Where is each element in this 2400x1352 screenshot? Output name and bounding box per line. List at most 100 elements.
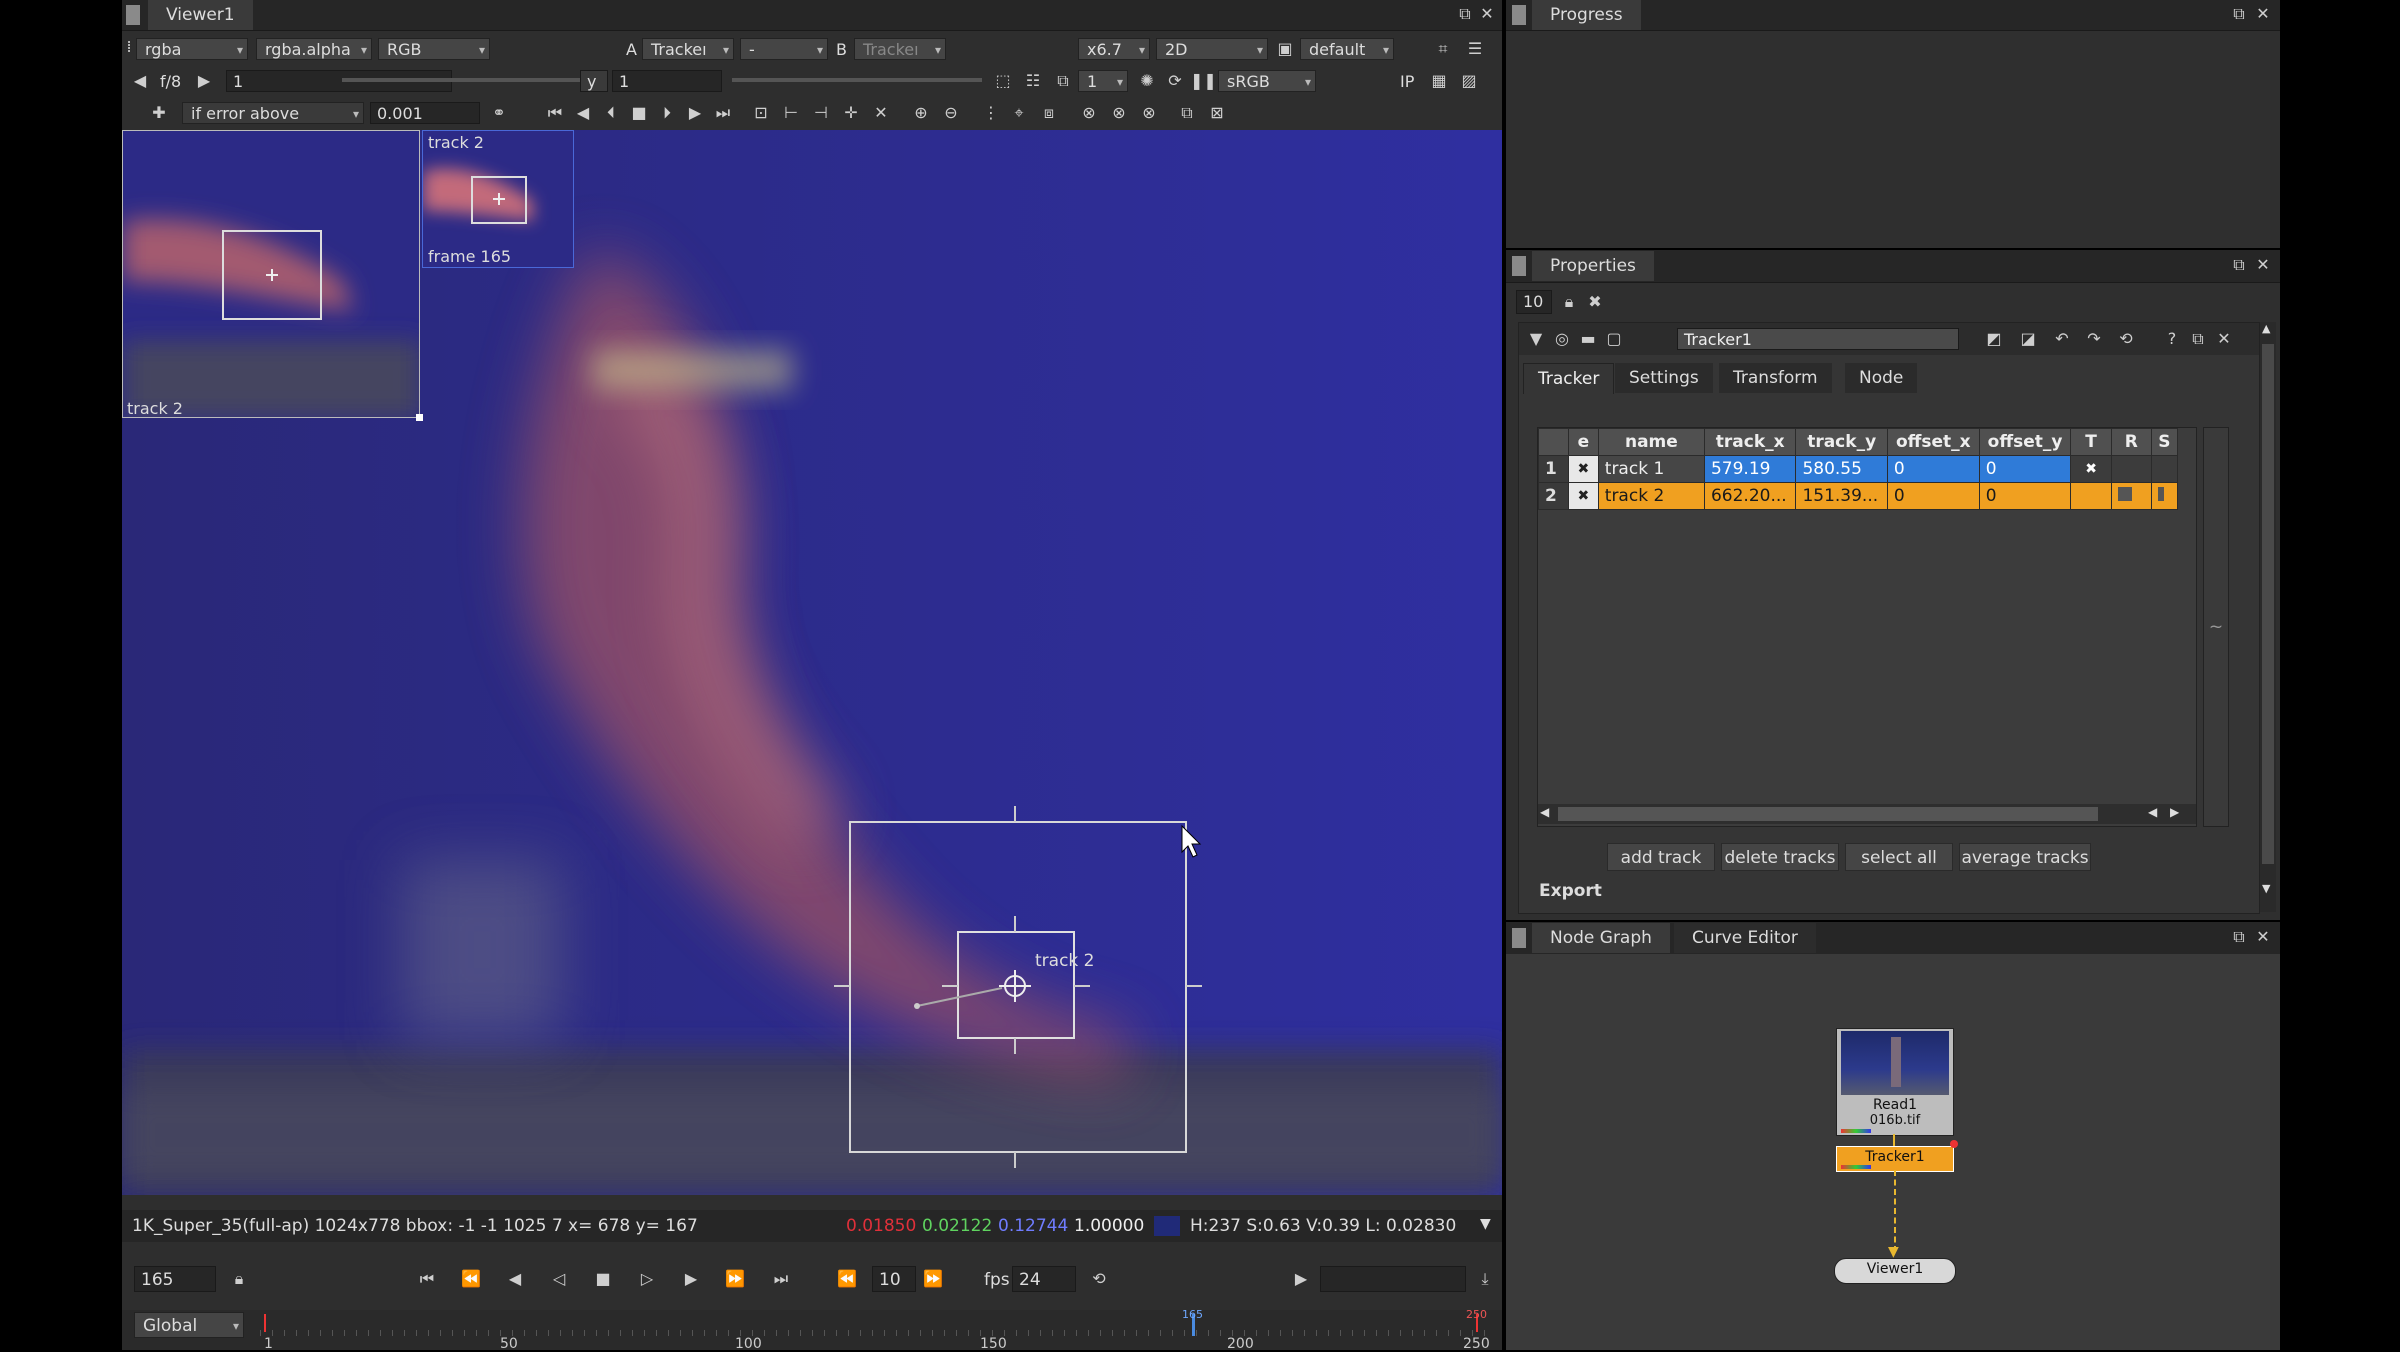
scroll-left2-icon[interactable]: ◀ [2148, 805, 2157, 819]
flipbook-field[interactable] [1320, 1266, 1466, 1292]
tab-transform[interactable]: Transform [1719, 363, 1832, 393]
channels-dropdown[interactable]: rgba [136, 38, 248, 61]
header-s[interactable]: S [2150, 428, 2179, 456]
pause-icon[interactable]: ❚❚ [1190, 70, 1217, 92]
loop-icon[interactable]: ⟲ [1086, 1268, 1112, 1290]
refresh-icon[interactable]: ⟳ [1162, 70, 1188, 92]
next-frame-icon[interactable]: ▶ [678, 1268, 704, 1290]
stop-tracking-icon[interactable]: ■ [626, 102, 652, 124]
undo-icon[interactable]: ↶ [2049, 328, 2075, 350]
table-row[interactable]: 1 ✖ track 1 579.19 580.55 0 0 ✖ [1538, 455, 2179, 483]
select-all-button[interactable]: select all [1845, 843, 1953, 871]
lock-icon[interactable]: 🔒︎ [226, 1268, 252, 1290]
display-lut-dropdown[interactable]: sRGB [1218, 70, 1316, 93]
zoom-window-resize-handle[interactable] [416, 414, 423, 421]
keyframe-add-icon[interactable]: ⊢ [778, 102, 804, 124]
prev-frame-icon[interactable]: ◀ [502, 1268, 528, 1290]
node-name-field[interactable]: Tracker1 [1677, 328, 1959, 350]
status-menu-icon[interactable]: ▼ [1480, 1216, 1491, 1232]
float-panel-icon[interactable]: ⧉ [2226, 926, 2252, 948]
skip-forward-icon[interactable]: ⏩ [920, 1268, 946, 1290]
tab-node[interactable]: Node [1845, 363, 1918, 393]
fstop-prev-icon[interactable]: ◀ [132, 70, 148, 92]
scroll-down-icon[interactable]: ▼ [2262, 882, 2270, 895]
skip-back-icon[interactable]: ⏪ [834, 1268, 860, 1290]
lut-icon[interactable]: ▣ [1272, 38, 1298, 60]
first-frame-icon[interactable]: ⏮ [414, 1268, 440, 1290]
view-mode-dropdown[interactable]: 2D [1156, 38, 1268, 61]
track-next-icon[interactable]: ▶ [682, 102, 708, 124]
track-to-end-icon[interactable]: ⏭ [710, 102, 736, 124]
hscroll-thumb[interactable] [1558, 807, 2098, 821]
zoom-dropdown[interactable]: x6.7 [1078, 38, 1150, 61]
track-x-cell[interactable]: 662.20... [1703, 482, 1797, 510]
close-panel-icon[interactable]: ✕ [2250, 254, 2276, 276]
roi-icon[interactable]: ⌗ [1430, 38, 1456, 60]
tab-settings[interactable]: Settings [1615, 363, 1713, 393]
track-y-cell[interactable]: 580.55 [1795, 455, 1888, 483]
scroll-up-icon[interactable]: ▲ [2262, 322, 2270, 335]
lut-dropdown[interactable]: default [1300, 38, 1394, 61]
header-offset-x[interactable]: offset_x [1886, 428, 1980, 456]
play-forward-icon[interactable]: ▷ [634, 1268, 660, 1290]
enabled-checkbox[interactable]: ✖ [1567, 455, 1599, 483]
panel-grip-icon[interactable] [1512, 5, 1526, 25]
node-tile-icon[interactable]: ▢ [1601, 328, 1627, 350]
panel-grip-icon[interactable] [1512, 928, 1526, 948]
track-to-start-icon[interactable]: ⏮ [542, 102, 568, 124]
close-panel-icon[interactable]: ✕ [2250, 926, 2276, 948]
b-input-dropdown[interactable]: Trackeı [854, 38, 946, 61]
proxy-dropdown[interactable]: 1 [1078, 70, 1128, 93]
revert-icon[interactable]: ⟲ [2113, 328, 2139, 350]
proxy-icon[interactable]: ⧉ [1050, 70, 1076, 92]
help-icon[interactable]: ? [2159, 328, 2185, 350]
tab-tracker[interactable]: Tracker [1523, 363, 1615, 394]
viewer-canvas[interactable]: track 2 track 2 track 2 frame 165 [122, 130, 1502, 1195]
step-field[interactable]: 10 [872, 1266, 916, 1292]
tab-viewer1[interactable]: Viewer1 [148, 0, 253, 30]
playback-options-icon[interactable]: ⤓ [1472, 1268, 1498, 1290]
timeline[interactable]: Global 1 50 100 150 200 250 165 250 [122, 1308, 1502, 1352]
scroll-left-icon[interactable]: ◀ [1540, 805, 1549, 819]
zebra-icon[interactable]: ▨ [1456, 70, 1482, 92]
channel-lock-icon[interactable]: ⁞ [122, 36, 136, 58]
prev-keyframe-icon[interactable]: ⏪ [458, 1268, 484, 1290]
clear-panels-icon[interactable]: ✖ [1582, 291, 1608, 313]
track-y-cell[interactable]: 151.39... [1795, 482, 1888, 510]
tracker-node[interactable]: Tracker1 [1836, 1146, 1954, 1172]
fstop-next-icon[interactable]: ▶ [196, 70, 212, 92]
reference-frame-window[interactable]: track 2 frame 165 [422, 130, 574, 268]
tab-node-graph[interactable]: Node Graph [1532, 923, 1670, 953]
table-row[interactable]: 2 ✖ track 2 662.20... 151.39... 0 0 [1538, 482, 2179, 510]
tab-curve-editor[interactable]: Curve Editor [1674, 923, 1816, 953]
center-remove-icon[interactable]: ⊖ [938, 102, 964, 124]
clear-all-icon[interactable]: ⊗ [1076, 102, 1102, 124]
tab-properties[interactable]: Properties [1532, 251, 1654, 281]
viewer-node[interactable]: Viewer1 [1834, 1258, 1956, 1284]
input-process-label[interactable]: IP [1400, 72, 1414, 91]
keyframe-remove-icon[interactable]: ⊣ [808, 102, 834, 124]
options-icon[interactable]: ⋮ [978, 102, 1004, 124]
add-track-button[interactable]: add track [1607, 843, 1715, 871]
show-zoom-window-icon[interactable]: ⌖ [1006, 102, 1032, 124]
collapse-icon[interactable]: ▼ [1523, 328, 1549, 350]
error-mode-dropdown[interactable]: if error above [182, 102, 364, 125]
properties-vscrollbar[interactable]: ▲ ▼ [2260, 322, 2276, 912]
track-backward-icon[interactable]: ⏴ [598, 102, 624, 124]
track-name-cell[interactable]: track 2 [1597, 482, 1705, 510]
play-backward-icon[interactable]: ◁ [546, 1268, 572, 1290]
float-panel-icon[interactable]: ⧉ [2226, 254, 2252, 276]
close-panel-icon[interactable]: ✕ [2250, 3, 2276, 25]
average-tracks-button[interactable]: average tracks [1959, 843, 2091, 871]
fps-field[interactable]: 24 [1012, 1266, 1076, 1292]
center-add-icon[interactable]: ⊕ [908, 102, 934, 124]
default-color-icon[interactable]: ◩ [1981, 328, 2007, 350]
node-graph-canvas[interactable]: Read1 016b.tif Tracker1 ▼ Viewer1 [1506, 954, 2280, 1350]
tab-progress[interactable]: Progress [1532, 0, 1641, 30]
track-range-icon[interactable]: ⊡ [748, 102, 774, 124]
redo-icon[interactable]: ↷ [2081, 328, 2107, 350]
offset-x-cell[interactable]: 0 [1886, 482, 1980, 510]
header-offset-y[interactable]: offset_y [1978, 428, 2072, 456]
colorspace-dropdown[interactable]: RGB [378, 38, 490, 61]
enabled-checkbox[interactable]: ✖ [1567, 482, 1599, 510]
